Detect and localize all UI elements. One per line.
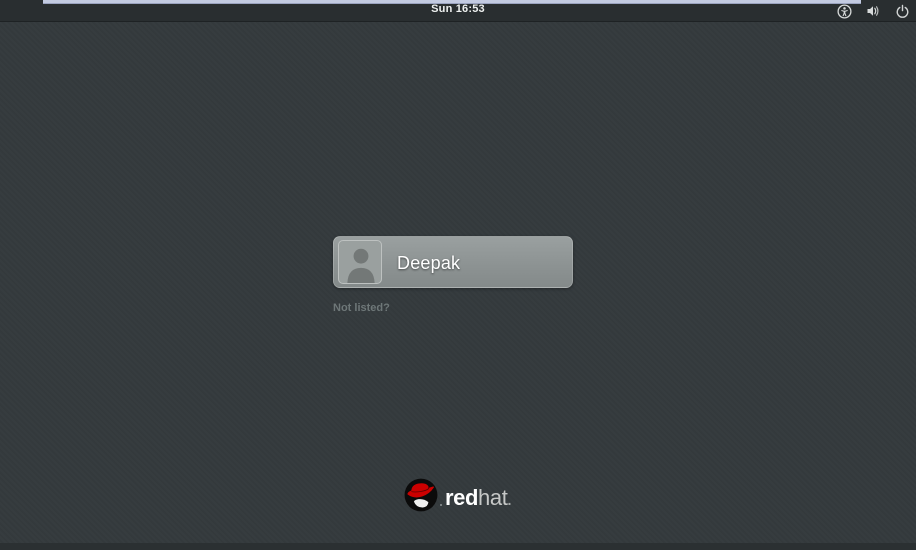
user-name: Deepak — [397, 252, 461, 273]
top-scrollbar[interactable] — [43, 0, 861, 4]
bottom-edge — [0, 543, 916, 550]
accessibility-icon[interactable] — [836, 3, 852, 19]
brand-wordmark: redhat. — [445, 487, 511, 511]
redhat-logo: redhat. — [404, 478, 511, 512]
not-listed-button[interactable]: Not listed? — [333, 302, 390, 314]
volume-icon[interactable] — [865, 3, 881, 19]
trademark-dot — [440, 504, 442, 506]
brand-word-hat: hat — [478, 485, 508, 510]
user-avatar — [338, 240, 382, 284]
user-tile-deepak[interactable]: Deepak — [333, 236, 573, 288]
brand-word-red: red — [445, 485, 479, 510]
login-screen: Sun 16:53 Deepak Not listed? redhat. — [0, 0, 916, 550]
clock: Sun 16:53 — [431, 3, 485, 15]
brand-word-suffix: . — [507, 492, 511, 508]
power-icon[interactable] — [894, 3, 910, 19]
redhat-shadowman-icon — [404, 478, 438, 512]
person-silhouette-icon — [347, 248, 375, 283]
